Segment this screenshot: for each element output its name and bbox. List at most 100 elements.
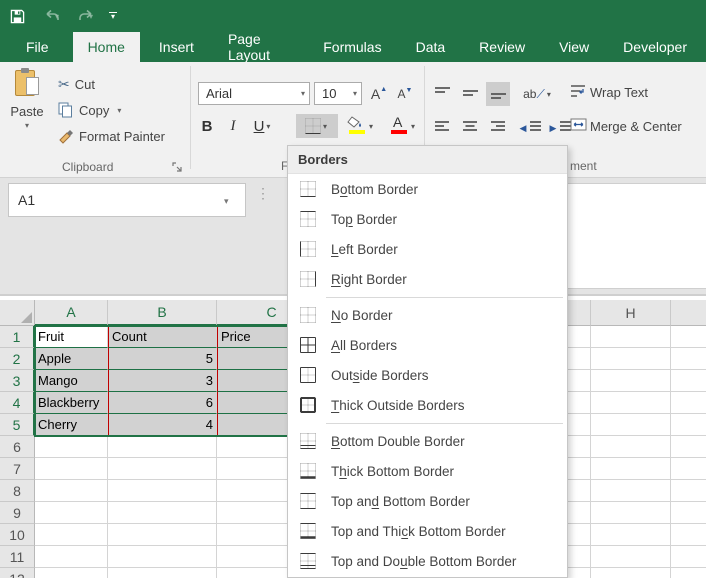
italic-button[interactable]: I [222,114,244,138]
cell-A3[interactable]: Mango [35,370,108,392]
tab-home[interactable]: Home [73,32,140,62]
undo-dropdown-caret[interactable]: ▾ [55,12,59,21]
select-all-corner[interactable] [0,300,35,326]
fill-color-caret-icon[interactable]: ▾ [367,122,375,131]
font-size-combo[interactable]: 10 ▾ [314,82,362,105]
bottom-align-button[interactable] [486,82,510,106]
redo-icon[interactable]: ▾ [68,0,102,32]
column-header-B[interactable]: B [108,300,217,326]
row-header-9[interactable]: 9 [0,502,35,524]
cell-H2[interactable] [591,348,671,370]
cell-I5[interactable] [671,414,706,436]
cell-H9[interactable] [591,502,671,524]
menu-item-top-border[interactable]: Top Border [288,204,567,234]
cell-H1[interactable] [591,326,671,348]
menu-item-thick-bottom-border[interactable]: Thick Bottom Border [288,456,567,486]
menu-item-left-border[interactable]: Left Border [288,234,567,264]
font-color-button[interactable]: A ▾ [386,114,420,138]
borders-caret-icon[interactable]: ▾ [321,122,329,131]
menu-item-all-borders[interactable]: All Borders [288,330,567,360]
copy-button[interactable]: Copy ▾ [58,102,121,118]
cell-I9[interactable] [671,502,706,524]
orientation-button[interactable]: ab⟋ ▾ [520,82,556,106]
clipboard-dialog-launcher-icon[interactable] [172,161,184,173]
underline-caret-icon[interactable]: ▾ [264,122,272,131]
redo-dropdown-caret[interactable]: ▾ [89,12,93,21]
cell-B10[interactable] [108,524,217,546]
cell-H11[interactable] [591,546,671,568]
cell-H10[interactable] [591,524,671,546]
cell-I3[interactable] [671,370,706,392]
cell-A8[interactable] [35,480,108,502]
cell-H5[interactable] [591,414,671,436]
borders-button[interactable]: ▾ [296,114,338,138]
cell-A10[interactable] [35,524,108,546]
cell-B8[interactable] [108,480,217,502]
copy-dropdown-caret[interactable]: ▾ [117,106,121,115]
cell-B12[interactable] [108,568,217,578]
cell-I4[interactable] [671,392,706,414]
row-header-4[interactable]: 4 [0,392,35,414]
name-box[interactable] [8,183,246,217]
cell-I6[interactable] [671,436,706,458]
tab-view[interactable]: View [544,32,604,62]
tab-file[interactable]: File [8,32,67,62]
cell-A2[interactable]: Apple [35,348,108,370]
orientation-caret-icon[interactable]: ▾ [545,90,553,99]
tab-page-layout[interactable]: Page Layout [213,32,304,62]
font-size-caret-icon[interactable]: ▾ [353,89,357,98]
top-align-button[interactable] [430,82,454,106]
row-header-11[interactable]: 11 [0,546,35,568]
cell-I8[interactable] [671,480,706,502]
row-header-7[interactable]: 7 [0,458,35,480]
menu-item-top-and-double-bottom-border[interactable]: Top and Double Bottom Border [288,546,567,576]
tab-formulas[interactable]: Formulas [308,32,396,62]
cell-I2[interactable] [671,348,706,370]
font-color-caret-icon[interactable]: ▾ [409,122,417,131]
wrap-text-button[interactable]: Wrap Text [570,84,648,100]
tab-review[interactable]: Review [464,32,540,62]
tab-developer[interactable]: Developer [608,32,702,62]
row-header-1[interactable]: 1 [0,326,35,348]
cell-B9[interactable] [108,502,217,524]
cell-A7[interactable] [35,458,108,480]
cell-H8[interactable] [591,480,671,502]
cut-button[interactable]: ✂ Cut [58,76,95,93]
bold-button[interactable]: B [196,114,218,138]
align-left-button[interactable] [430,116,454,140]
align-center-button[interactable] [458,116,482,140]
cell-B4[interactable]: 6 [108,392,217,414]
cell-B11[interactable] [108,546,217,568]
cell-A11[interactable] [35,546,108,568]
cell-I1[interactable] [671,326,706,348]
row-header-5[interactable]: 5 [0,414,35,436]
cell-I7[interactable] [671,458,706,480]
cell-B1[interactable]: Count [108,326,217,348]
undo-icon[interactable]: ▾ [34,0,68,32]
fill-color-button[interactable]: ▾ [344,114,378,138]
paste-button[interactable]: Paste ▾ [6,68,48,160]
save-icon[interactable] [0,0,34,32]
cell-H12[interactable] [591,568,671,578]
format-painter-button[interactable]: Format Painter [58,128,165,144]
paste-dropdown-caret[interactable]: ▾ [25,121,29,130]
underline-button[interactable]: U ▾ [248,114,278,138]
tab-data[interactable]: Data [401,32,461,62]
cell-B3[interactable]: 3 [108,370,217,392]
cell-I11[interactable] [671,546,706,568]
column-header-H[interactable]: H [591,300,671,326]
menu-item-right-border[interactable]: Right Border [288,264,567,294]
cell-B6[interactable] [108,436,217,458]
cell-A12[interactable] [35,568,108,578]
menu-item-top-and-thick-bottom-border[interactable]: Top and Thick Bottom Border [288,516,567,546]
customize-quick-access-icon[interactable]: ▾ [102,0,124,32]
menu-item-thick-outside-borders[interactable]: Thick Outside Borders [288,390,567,420]
cell-I10[interactable] [671,524,706,546]
row-header-2[interactable]: 2 [0,348,35,370]
column-header-I[interactable]: I [671,300,706,326]
cell-I12[interactable] [671,568,706,578]
font-name-combo[interactable]: Arial ▾ [198,82,310,105]
merge-center-button[interactable]: Merge & Center [570,118,682,134]
row-header-12[interactable]: 12 [0,568,35,578]
menu-item-top-and-bottom-border[interactable]: Top and Bottom Border [288,486,567,516]
